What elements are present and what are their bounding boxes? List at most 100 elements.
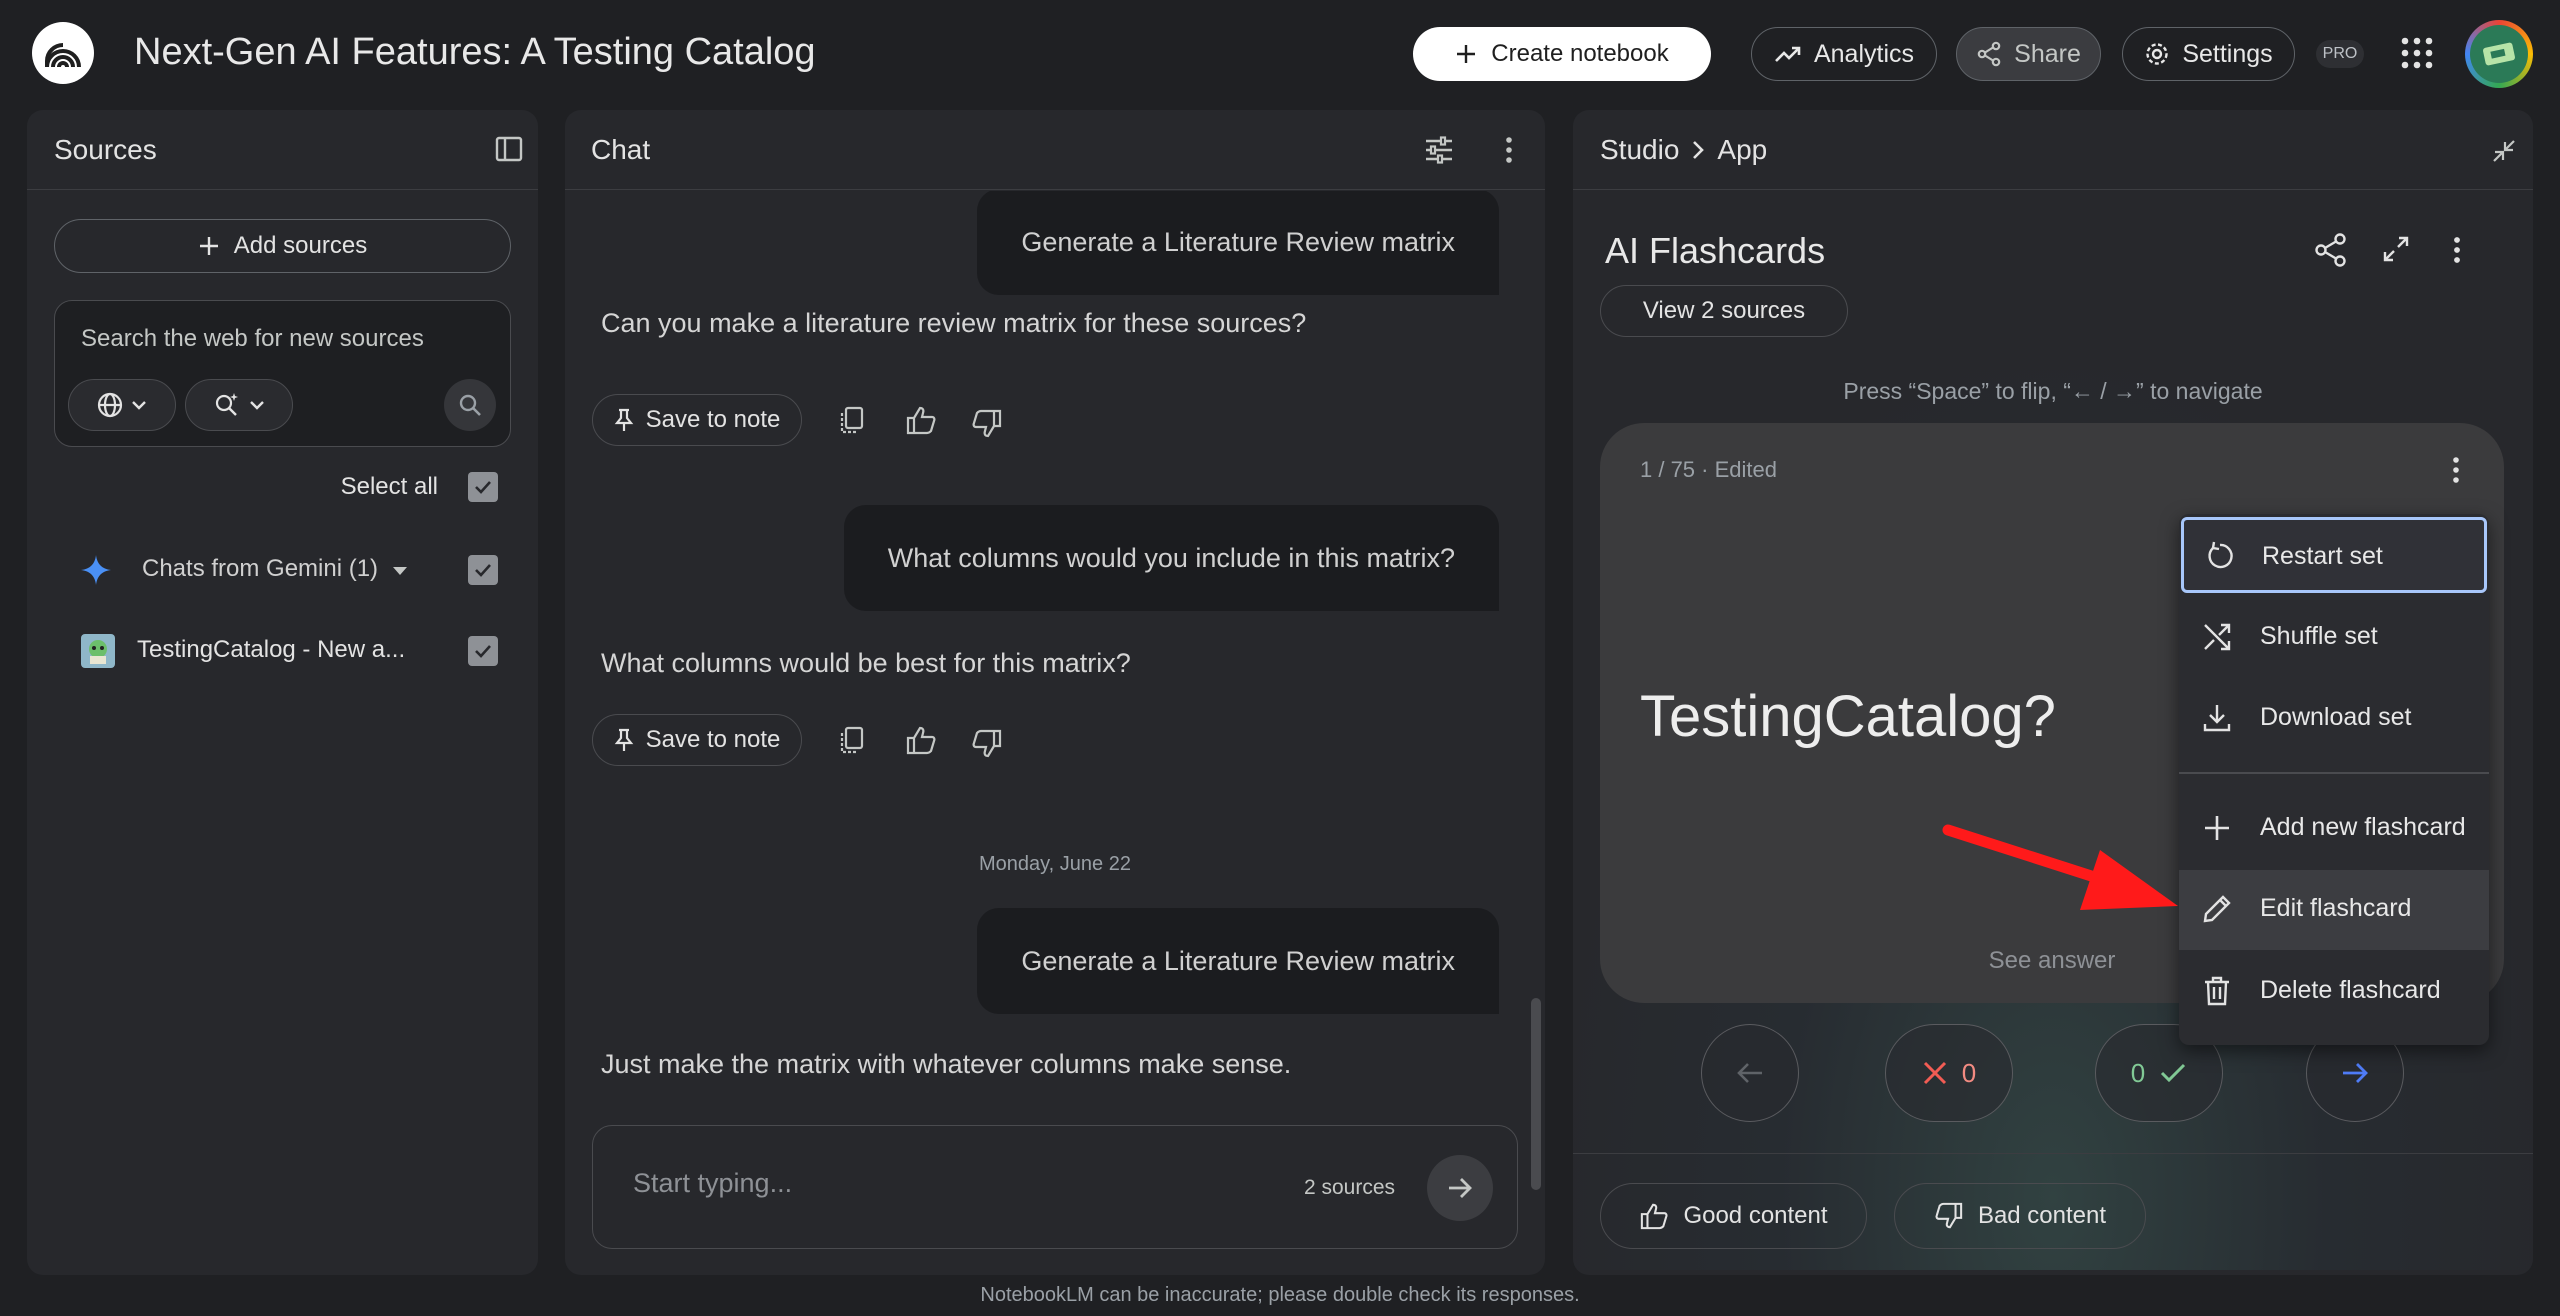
thumbs-up-icon[interactable] bbox=[905, 725, 937, 760]
search-submit-button[interactable] bbox=[444, 379, 496, 431]
plus-icon bbox=[2201, 812, 2233, 851]
thumbs-down-icon bbox=[1934, 1202, 1964, 1230]
analytics-button[interactable]: Analytics bbox=[1751, 27, 1937, 81]
caret-down-icon[interactable] bbox=[391, 565, 409, 577]
good-content-button[interactable]: Good content bbox=[1600, 1183, 1867, 1249]
save-to-note-button[interactable]: Save to note bbox=[592, 714, 802, 766]
gemini-sparkle-icon bbox=[79, 553, 113, 592]
card-more-icon[interactable] bbox=[2450, 455, 2462, 490]
breadcrumb-app: App bbox=[1717, 134, 1768, 165]
create-notebook-button[interactable]: Create notebook bbox=[1413, 27, 1711, 81]
notebooklm-logo[interactable] bbox=[32, 22, 94, 84]
breadcrumb-studio[interactable]: Studio bbox=[1600, 134, 1679, 166]
source-checkbox[interactable] bbox=[468, 636, 498, 666]
settings-button[interactable]: Settings bbox=[2122, 27, 2295, 81]
share-icon[interactable] bbox=[2313, 232, 2349, 273]
arrow-right-icon bbox=[1445, 1173, 1475, 1203]
collapse-panel-icon[interactable] bbox=[494, 134, 524, 169]
arrow-right-icon bbox=[2340, 1060, 2370, 1086]
check-icon bbox=[2159, 1061, 2187, 1085]
wrong-count: 0 bbox=[1961, 1057, 1977, 1088]
bad-content-button[interactable]: Bad content bbox=[1894, 1183, 2146, 1249]
pencil-icon bbox=[2201, 893, 2233, 932]
thumbs-up-icon bbox=[1639, 1202, 1669, 1230]
menu-item-label: Shuffle set bbox=[2260, 622, 2378, 650]
source-item-label: Chats from Gemini (1) bbox=[142, 555, 379, 582]
menu-item-label: Edit flashcard bbox=[2260, 894, 2412, 922]
fullscreen-icon[interactable] bbox=[2381, 234, 2411, 269]
source-count: 2 sources bbox=[1303, 1176, 1395, 1199]
mark-wrong-button[interactable]: 0 bbox=[1885, 1024, 2013, 1122]
send-button[interactable] bbox=[1427, 1155, 1493, 1221]
save-to-note-label: Save to note bbox=[645, 726, 781, 753]
source-item[interactable]: TestingCatalog - New a... bbox=[27, 616, 538, 686]
assistant-message: Just make the matrix with whatever colum… bbox=[601, 1049, 1292, 1079]
select-all-label: Select all bbox=[340, 473, 438, 500]
sources-panel: Sources Add sources Search the web for n… bbox=[27, 110, 538, 1275]
sources-header: Sources bbox=[27, 110, 538, 190]
menu-item-label: Restart set bbox=[2262, 542, 2383, 570]
settings-label: Settings bbox=[2182, 39, 2273, 68]
thumbs-down-icon[interactable] bbox=[971, 729, 1003, 764]
menu-item-add-new-flashcard[interactable]: Add new flashcard bbox=[2179, 789, 2489, 867]
notebook-title[interactable]: Next-Gen AI Features: A Testing Catalog bbox=[134, 31, 816, 74]
chat-composer: 2 sources bbox=[592, 1125, 1518, 1249]
footer-divider bbox=[1573, 1153, 2533, 1154]
pro-badge: PRO bbox=[2316, 40, 2364, 68]
add-sources-label: Add sources bbox=[233, 232, 368, 259]
user-message: What columns would you include in this m… bbox=[843, 505, 1499, 611]
restart-icon bbox=[2204, 540, 2236, 579]
copy-icon[interactable] bbox=[838, 725, 866, 760]
chat-panel: Chat Generate a Literature Review matrix… bbox=[565, 110, 1545, 1275]
avatar-image bbox=[2470, 25, 2528, 83]
research-mode-dropdown[interactable] bbox=[185, 379, 293, 431]
view-sources-button[interactable]: View 2 sources bbox=[1600, 285, 1848, 337]
menu-divider bbox=[2179, 772, 2489, 774]
menu-item-edit-flashcard[interactable]: Edit flashcard bbox=[2179, 870, 2489, 950]
close-icon bbox=[1922, 1060, 1948, 1086]
good-content-label: Good content bbox=[1683, 1202, 1828, 1229]
plus-icon bbox=[198, 235, 220, 257]
source-item[interactable]: Chats from Gemini (1) bbox=[27, 535, 538, 605]
menu-item-restart-set[interactable]: Restart set bbox=[2181, 517, 2487, 593]
trash-icon bbox=[2201, 975, 2233, 1014]
menu-item-label: Download set bbox=[2260, 703, 2412, 731]
analytics-label: Analytics bbox=[1813, 39, 1915, 68]
menu-item-shuffle-set[interactable]: Shuffle set bbox=[2179, 598, 2489, 676]
menu-item-delete-flashcard[interactable]: Delete flashcard bbox=[2179, 952, 2489, 1030]
select-all-checkbox[interactable] bbox=[468, 472, 498, 502]
web-search-input[interactable] bbox=[81, 325, 481, 353]
chat-scrollbar[interactable] bbox=[1531, 998, 1541, 1190]
card-progress: 1 / 75 · Edited bbox=[1640, 457, 1777, 482]
collapse-icon[interactable] bbox=[2491, 138, 2517, 169]
trending-up-icon bbox=[1774, 44, 1802, 64]
add-sources-button[interactable]: Add sources bbox=[54, 219, 511, 273]
create-notebook-label: Create notebook bbox=[1491, 40, 1669, 67]
source-item-label: TestingCatalog - New a... bbox=[137, 636, 406, 663]
menu-item-download-set[interactable]: Download set bbox=[2179, 679, 2489, 757]
source-checkbox[interactable] bbox=[468, 555, 498, 585]
user-message: Generate a Literature Review matrix bbox=[977, 908, 1499, 1014]
shuffle-icon bbox=[2201, 621, 2233, 660]
account-avatar[interactable] bbox=[2465, 20, 2533, 88]
globe-icon bbox=[96, 391, 124, 419]
web-source-dropdown[interactable] bbox=[68, 379, 176, 431]
chat-input[interactable] bbox=[633, 1168, 1233, 1199]
chevron-down-icon bbox=[130, 399, 148, 411]
chevron-down-icon bbox=[248, 399, 266, 411]
share-label: Share bbox=[2014, 39, 2081, 68]
more-vert-icon[interactable] bbox=[2451, 234, 2463, 271]
gear-icon bbox=[2144, 41, 2170, 67]
previous-card-button[interactable] bbox=[1701, 1024, 1799, 1122]
bad-content-label: Bad content bbox=[1977, 1202, 2107, 1229]
apps-grid-icon[interactable] bbox=[2400, 36, 2434, 75]
disclaimer-footer: NotebookLM can be inaccurate; please dou… bbox=[980, 1284, 1580, 1306]
correct-count: 0 bbox=[2130, 1057, 2146, 1088]
sources-title: Sources bbox=[54, 134, 157, 165]
studio-header: Studio App bbox=[1573, 110, 2533, 190]
keyboard-hint: Press “Space” to flip, “← / →” to naviga… bbox=[1843, 378, 2263, 404]
chevron-right-icon bbox=[1691, 139, 1705, 161]
assistant-message: What columns would be best for this matr… bbox=[601, 648, 1131, 678]
date-separator: Monday, June 22 bbox=[979, 853, 1131, 875]
share-button[interactable]: Share bbox=[1956, 27, 2101, 81]
